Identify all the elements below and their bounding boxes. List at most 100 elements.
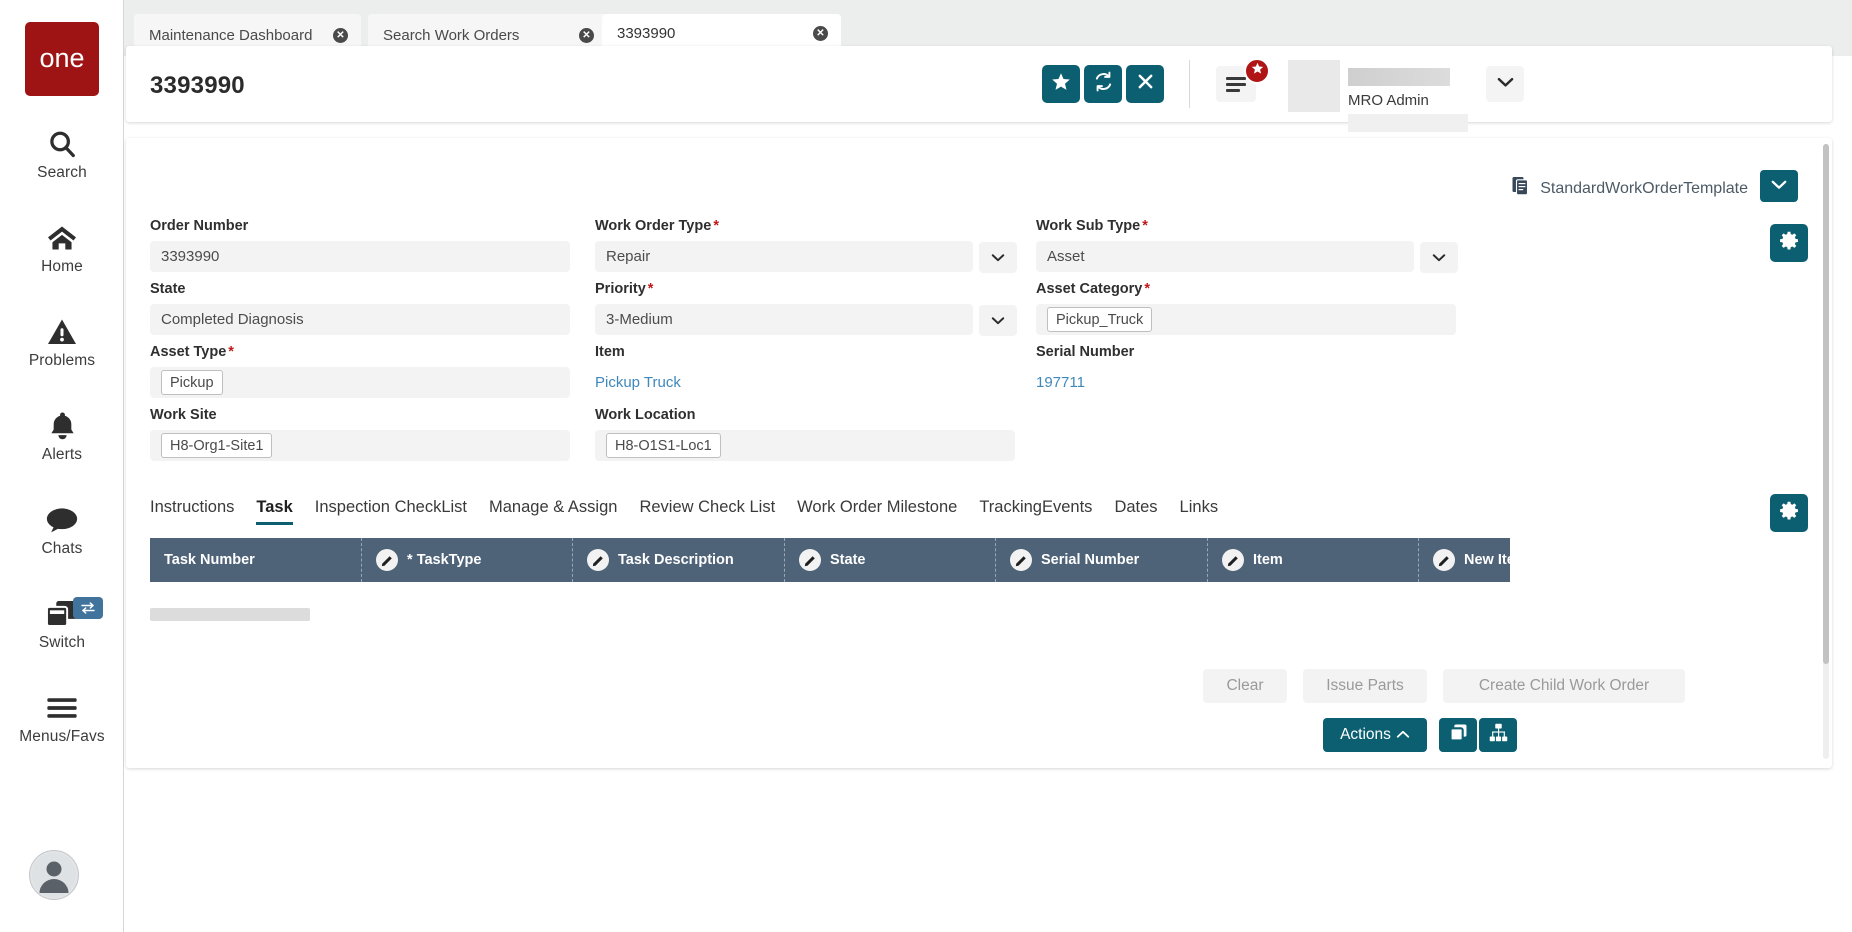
rail-item-search[interactable]: Search xyxy=(0,118,124,190)
serial-number-link[interactable]: 197711 xyxy=(1036,374,1085,391)
rail-item-home[interactable]: Home xyxy=(0,212,124,284)
edit-pencil-icon xyxy=(376,549,398,571)
column-label: Item xyxy=(1253,552,1283,568)
asset-category-input[interactable]: Pickup_Truck xyxy=(1036,304,1456,335)
grid-column-task-number[interactable]: Task Number xyxy=(150,538,362,582)
edit-pencil-icon xyxy=(1222,549,1244,571)
close-icon[interactable]: ✕ xyxy=(813,26,828,41)
tab-links[interactable]: Links xyxy=(1180,498,1219,522)
refresh-button[interactable] xyxy=(1084,65,1122,103)
clear-button[interactable]: Clear xyxy=(1203,669,1287,703)
order-number-input[interactable]: 3393990 xyxy=(150,241,570,272)
field-label: Order Number xyxy=(150,218,249,234)
grid-column-state[interactable]: State xyxy=(785,538,996,582)
work-order-card: StandardWorkOrderTemplate Order Number 3… xyxy=(126,138,1832,768)
edit-pencil-icon xyxy=(1433,549,1455,571)
priority-input[interactable]: 3-Medium xyxy=(595,304,973,335)
rail-item-label: Alerts xyxy=(41,445,83,463)
tab-tracking-events[interactable]: TrackingEvents xyxy=(979,498,1092,522)
tab-inspection-checklist[interactable]: Inspection CheckList xyxy=(315,498,467,522)
column-label: * TaskType xyxy=(407,552,482,568)
tab-work-order-milestone[interactable]: Work Order Milestone xyxy=(797,498,957,522)
state-input[interactable]: Completed Diagnosis xyxy=(150,304,570,335)
asset-category-chip[interactable]: Pickup_Truck xyxy=(1047,307,1153,332)
work-order-type-dropdown-button[interactable] xyxy=(979,242,1017,273)
tab-manage-and-assign[interactable]: Manage & Assign xyxy=(489,498,617,522)
rail-item-label: Home xyxy=(41,257,83,275)
edit-pencil-icon xyxy=(799,549,821,571)
user-name: MRO Admin xyxy=(1348,92,1429,109)
copy-button[interactable] xyxy=(1439,718,1477,752)
create-child-work-order-button[interactable]: Create Child Work Order xyxy=(1443,669,1685,703)
home-icon xyxy=(46,221,78,255)
work-location-input[interactable]: H8-O1S1-Loc1 xyxy=(595,430,1015,461)
work-location-chip[interactable]: H8-O1S1-Loc1 xyxy=(606,433,721,458)
rail-item-label: Menus/Favs xyxy=(19,727,105,745)
favorite-button[interactable] xyxy=(1042,65,1080,103)
tab-review-check-list[interactable]: Review Check List xyxy=(639,498,775,522)
asset-type-chip[interactable]: Pickup xyxy=(161,370,223,395)
user-meta-placeholder-top xyxy=(1348,68,1450,86)
work-order-type-input[interactable]: Repair xyxy=(595,241,973,272)
hierarchy-button[interactable] xyxy=(1479,718,1517,752)
grid-column-serial-number[interactable]: Serial Number xyxy=(996,538,1208,582)
chat-bubble-icon xyxy=(46,503,78,537)
field-work-location: Work Location H8-O1S1-Loc1 xyxy=(595,407,1015,461)
button-label: Issue Parts xyxy=(1326,677,1404,694)
field-label: Asset Type * xyxy=(150,344,234,360)
close-button[interactable] xyxy=(1126,65,1164,103)
chevron-down-icon xyxy=(1432,249,1446,267)
field-order-number: Order Number 3393990 xyxy=(150,218,570,272)
tab-instructions[interactable]: Instructions xyxy=(150,498,234,522)
item-link[interactable]: Pickup Truck xyxy=(595,374,681,391)
avatar[interactable] xyxy=(29,850,79,900)
field-label: Work Sub Type * xyxy=(1036,218,1148,234)
grid-settings-button[interactable] xyxy=(1770,494,1808,532)
grid-column-item[interactable]: Item xyxy=(1208,538,1419,582)
content-tab-bar: Instructions Task Inspection CheckList M… xyxy=(150,498,1550,536)
edit-pencil-icon xyxy=(587,549,609,571)
close-icon[interactable]: ✕ xyxy=(579,27,594,43)
field-asset-category: Asset Category * Pickup_Truck xyxy=(1036,281,1456,335)
one-logo[interactable]: one xyxy=(25,22,99,96)
page-title: 3393990 xyxy=(150,72,245,99)
work-site-input[interactable]: H8-Org1-Site1 xyxy=(150,430,570,461)
tab-dates[interactable]: Dates xyxy=(1114,498,1157,522)
rail-item-problems[interactable]: Problems xyxy=(0,306,124,378)
grid-column-task-description[interactable]: Task Description xyxy=(573,538,785,582)
close-icon[interactable]: ✕ xyxy=(333,27,348,43)
user-menu-button[interactable] xyxy=(1486,66,1524,102)
actions-button[interactable]: Actions xyxy=(1323,718,1427,752)
star-icon xyxy=(1051,72,1071,97)
user-meta-placeholder-bottom xyxy=(1348,114,1468,132)
field-serial-number: Serial Number 197711 xyxy=(1036,344,1414,398)
issue-parts-button[interactable]: Issue Parts xyxy=(1303,669,1427,703)
gear-icon xyxy=(1779,501,1799,526)
application-window: one Search Home Problems Alerts Chats Sw… xyxy=(0,0,1852,932)
rail-item-chats[interactable]: Chats xyxy=(0,494,124,566)
hamburger-icon xyxy=(47,691,77,725)
priority-dropdown-button[interactable] xyxy=(979,305,1017,336)
rail-item-menus-favs[interactable]: Menus/Favs xyxy=(0,682,124,754)
list-menu-icon xyxy=(1226,74,1246,95)
grid-column-tasktype[interactable]: * TaskType xyxy=(362,538,573,582)
field-item: Item Pickup Truck xyxy=(595,344,973,398)
field-work-sub-type: Work Sub Type * Asset xyxy=(1036,218,1414,272)
page-header: 3393990 MRO Admin xyxy=(126,46,1832,132)
tab-task[interactable]: Task xyxy=(256,498,293,525)
rail-item-switch[interactable]: Switch xyxy=(0,588,124,660)
rail-item-label: Search xyxy=(37,163,87,181)
button-label: Actions xyxy=(1340,726,1391,743)
swap-arrows-icon[interactable] xyxy=(73,597,103,619)
tab-label: Search Work Orders xyxy=(383,26,520,44)
x-icon xyxy=(1137,73,1154,95)
rail-item-alerts[interactable]: Alerts xyxy=(0,400,124,472)
asset-type-input[interactable]: Pickup xyxy=(150,367,570,398)
chevron-up-icon xyxy=(1396,726,1410,744)
bell-icon xyxy=(49,409,76,443)
work-sub-type-input[interactable]: Asset xyxy=(1036,241,1414,272)
grid-column-new-item[interactable]: New Item xyxy=(1419,538,1510,582)
field-asset-type: Asset Type * Pickup xyxy=(150,344,570,398)
work-site-chip[interactable]: H8-Org1-Site1 xyxy=(161,433,273,458)
work-sub-type-dropdown-button[interactable] xyxy=(1420,242,1458,273)
